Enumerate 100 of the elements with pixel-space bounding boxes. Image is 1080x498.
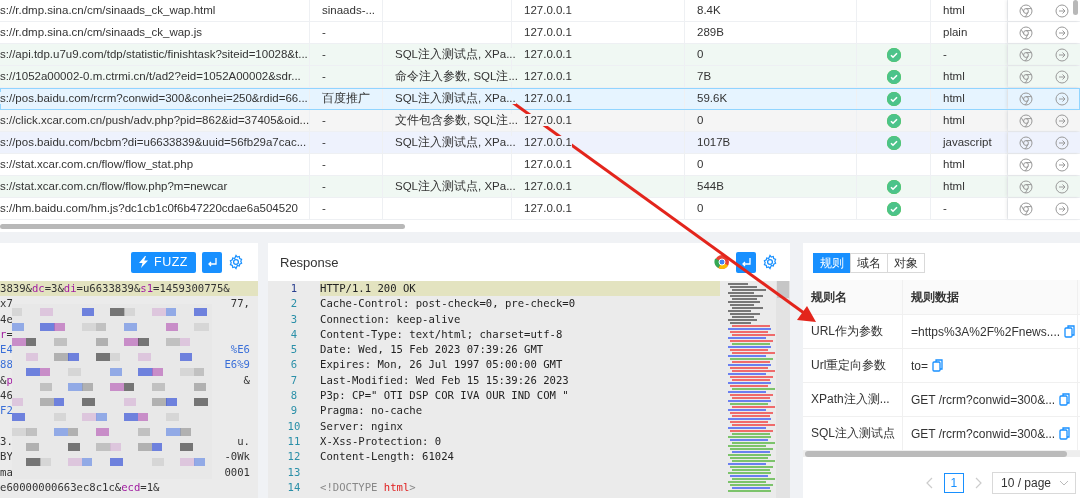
tag-list: 文件包含参数, SQL注...	[395, 114, 518, 126]
code-text: Pragma: no-cache	[320, 403, 424, 419]
browser-icon[interactable]	[714, 254, 730, 270]
code-text: Connection: keep-alive	[320, 311, 462, 327]
browser-icon[interactable]	[1019, 69, 1033, 84]
line-number: 5	[289, 342, 299, 358]
scrollbar[interactable]	[776, 281, 790, 498]
tag-list: SQL注入测试点, XPa...	[395, 136, 516, 148]
code-text: Content-Type: text/html; charset=utf-8	[320, 326, 564, 342]
tab[interactable]: 对象	[887, 253, 925, 273]
code-text: 4e	[0, 311, 13, 327]
arrow-right-circle-icon[interactable]	[1055, 47, 1069, 62]
table-row[interactable]: s://r.dmp.sina.cn/cm/sinaads_ck_wap.js - 127.0.0.1 289B plain	[0, 22, 1080, 44]
url-text: s://1052a00002-0.m.ctrmi.cn/t/ad2?eid=1052A00002&sdr...	[0, 70, 301, 82]
tag-list: SQL注入测试点, XPa...	[395, 48, 516, 60]
table-row[interactable]: s://1052a00002-0.m.ctrmi.cn/t/ad2?eid=1052A00002&sdr... - 命令注入参数, SQL注... 127.0.0.1 7B html	[0, 66, 1080, 88]
line-number: 3	[289, 311, 299, 327]
rule-name: XPath注入测...	[811, 391, 890, 408]
page-size-select[interactable]: 10 / page	[991, 472, 1076, 494]
line-number: 11	[286, 433, 302, 449]
arrow-right-circle-icon[interactable]	[1055, 179, 1069, 194]
url-text: s://click.xcar.com.cn/push/adv.php?pid=862&id=37405&oid...	[0, 114, 310, 126]
code-text: r=	[0, 326, 13, 342]
size-text: 59.6K	[697, 92, 728, 104]
settings-icon[interactable]	[228, 254, 244, 270]
arrow-right-circle-icon[interactable]	[1055, 135, 1069, 150]
browser-icon[interactable]	[1019, 157, 1033, 172]
settings-icon[interactable]	[762, 254, 778, 270]
copy-icon[interactable]	[1059, 393, 1071, 406]
browser-icon[interactable]	[1019, 201, 1033, 216]
arrow-right-circle-icon[interactable]	[1055, 157, 1069, 172]
code-text: Server: nginx	[320, 418, 404, 434]
table-row[interactable]: s://click.xcar.com.cn/push/adv.php?pid=862&id=37405&oid... - 文件包含参数, SQL注... 127.0.0.1 0 html	[0, 110, 1080, 132]
panel-title: Response	[280, 254, 340, 270]
rule-name: Url重定向参数	[811, 357, 887, 374]
ip-address: 127.0.0.1	[524, 26, 572, 38]
table-row[interactable]: s://stat.xcar.com.cn/flow/flow.php?m=newcar - SQL注入测试点, XPa... 127.0.0.1 544B html	[0, 176, 1080, 198]
chevron-right-icon[interactable]	[973, 477, 982, 489]
source-text: 百度推广	[322, 92, 370, 104]
type-text: html	[943, 4, 965, 16]
copy-icon[interactable]	[1064, 325, 1076, 338]
rule-name: SQL注入测试点	[811, 425, 895, 442]
line-number: 8	[289, 388, 299, 404]
code-text: 77,	[230, 296, 250, 312]
url-text: s://pos.baidu.com/bcbm?di=u6633839&uuid=56fb29a7cac...	[0, 136, 307, 148]
scrollbar[interactable]	[1073, 0, 1078, 15]
arrow-right-circle-icon[interactable]	[1055, 3, 1069, 18]
code-text: x7	[0, 296, 13, 312]
wrap-button[interactable]	[202, 251, 222, 273]
arrow-right-circle-icon[interactable]	[1055, 113, 1069, 128]
size-text: 8.4K	[697, 4, 721, 16]
url-text: s://stat.xcar.com.cn/flow/flow_stat.php	[0, 158, 194, 170]
code-text: &	[243, 372, 250, 388]
url-text: s://pos.baidu.com/rcrm?conwid=300&conhei=250&rdid=66...	[0, 92, 308, 104]
line-number: 12	[286, 449, 302, 465]
browser-icon[interactable]	[1019, 3, 1033, 18]
tag-list: 命令注入参数, SQL注...	[395, 70, 518, 82]
code-text: 3839&dc=3&di=u6633839&s1=1459300775&	[0, 281, 230, 296]
table-row[interactable]: s://stat.xcar.com.cn/flow/flow_stat.php - 127.0.0.1 0 html	[0, 154, 1080, 176]
arrow-right-circle-icon[interactable]	[1055, 25, 1069, 40]
chevron-left-icon[interactable]	[925, 477, 934, 489]
table-row[interactable]: s://api.tdp.u7u9.com/tdp/statistic/finishtask?siteid=10028&t... - SQL注入测试点, XPa... 127.0.0.1 0 -	[0, 44, 1080, 66]
code-text: 0001	[224, 464, 250, 480]
table-row[interactable]: s://pos.baidu.com/bcbm?di=u6633839&uuid=56fb29a7cac... - SQL注入测试点, XPa... 127.0.0.1 1017B javascript	[0, 132, 1080, 154]
code-text: %E6	[230, 342, 250, 358]
arrow-right-circle-icon[interactable]	[1055, 69, 1069, 84]
tab[interactable]: 域名	[850, 253, 888, 273]
scrollbar[interactable]	[0, 224, 405, 229]
copy-icon[interactable]	[1059, 427, 1071, 440]
arrow-right-circle-icon[interactable]	[1055, 91, 1069, 106]
chevron-down-icon	[1059, 480, 1069, 486]
code-text: Date: Wed, 15 Feb 2023 07:39:26 GMT	[320, 342, 545, 358]
type-text: plain	[943, 26, 968, 38]
code-text: u.	[237, 433, 250, 449]
line-number: 13	[286, 464, 302, 480]
arrow-right-circle-icon[interactable]	[1055, 201, 1069, 216]
source-text: sinaads-...	[322, 4, 376, 16]
size-text: 289B	[697, 26, 724, 38]
table-row[interactable]: s://pos.baidu.com/rcrm?conwid=300&conhei=250&rdid=66... 百度推广 SQL注入测试点, XPa... 127.0.0.1 59.6K html	[0, 88, 1080, 110]
ip-address: 127.0.0.1	[524, 136, 572, 148]
browser-icon[interactable]	[1019, 91, 1033, 106]
ip-address: 127.0.0.1	[524, 92, 572, 104]
scrollbar[interactable]	[803, 451, 1080, 457]
type-text: html	[943, 92, 965, 104]
browser-icon[interactable]	[1019, 135, 1033, 150]
ip-address: 127.0.0.1	[524, 158, 572, 170]
browser-icon[interactable]	[1019, 47, 1033, 62]
column-header: 规则名	[811, 288, 847, 306]
line-number: 9	[289, 403, 299, 419]
browser-icon[interactable]	[1019, 113, 1033, 128]
code-text: Content-Length: 61024	[320, 449, 455, 465]
rule-data: GET /rcrm?conwid=300&...	[911, 426, 1056, 441]
browser-icon[interactable]	[1019, 179, 1033, 194]
rule-data: GET /rcrm?conwid=300&...	[911, 392, 1056, 407]
table-row[interactable]: s://hm.baidu.com/hm.js?dc1cb1c0f6b47220cdae6a504520 - 127.0.0.1 0 -	[0, 198, 1080, 220]
browser-icon[interactable]	[1019, 25, 1033, 40]
table-row[interactable]: s://r.dmp.sina.cn/cm/sinaads_ck_wap.html sinaads-... 127.0.0.1 8.4K html	[0, 0, 1080, 22]
copy-icon[interactable]	[932, 359, 943, 372]
type-text: html	[943, 180, 965, 192]
ip-address: 127.0.0.1	[524, 70, 572, 82]
